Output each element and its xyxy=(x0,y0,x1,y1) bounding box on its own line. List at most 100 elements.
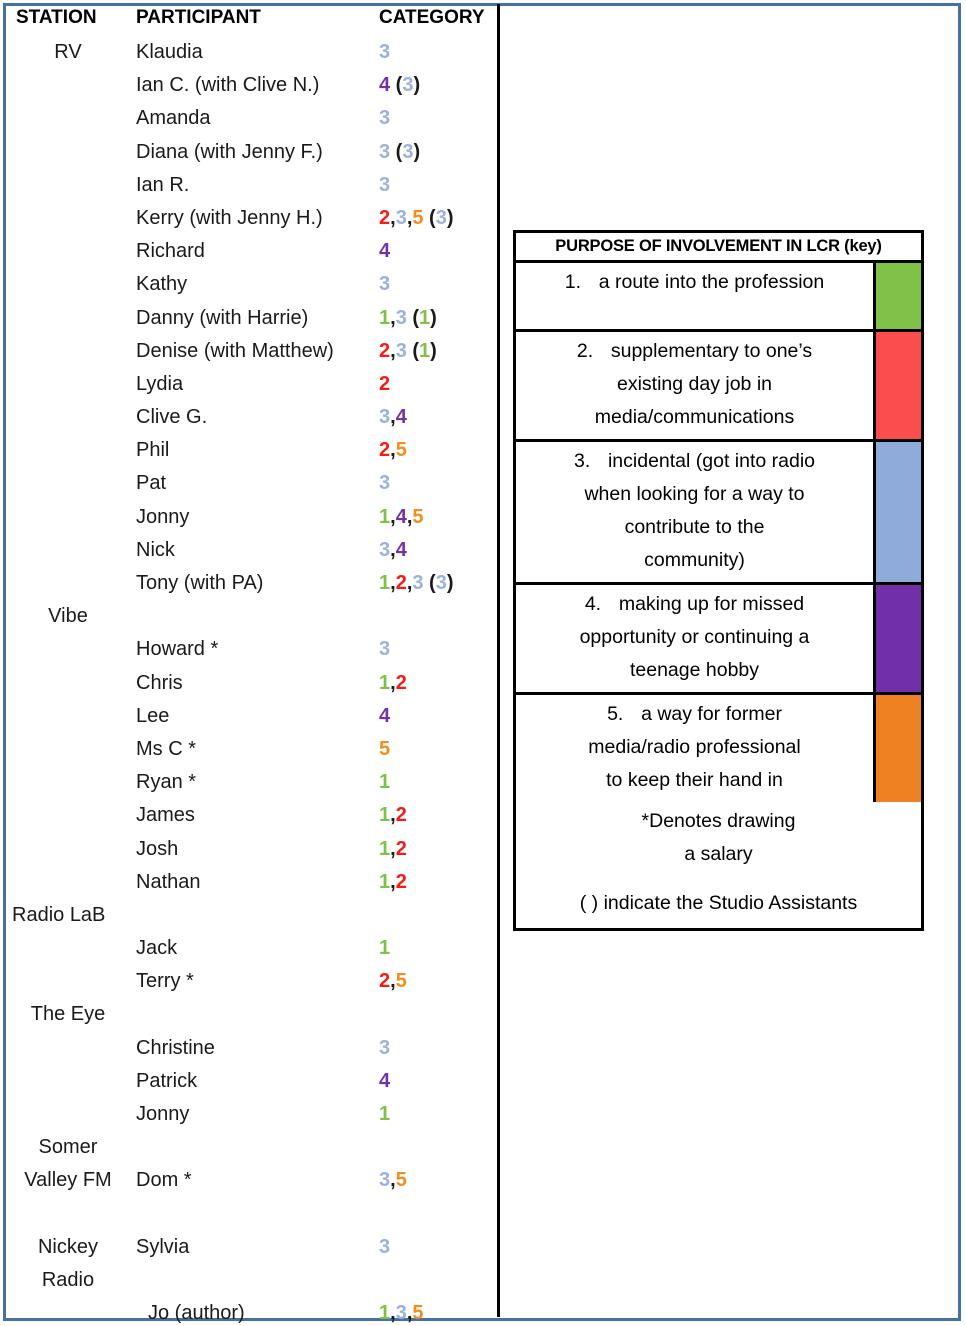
key-row-text: 3. incidental (got into radio when looking… xyxy=(516,442,873,582)
cell-category: 1,2 xyxy=(379,866,495,899)
cell-station: RV xyxy=(54,41,82,63)
cell-participant: Ian R. xyxy=(136,173,190,196)
table-row: Radio xyxy=(8,1264,495,1297)
category-token: 3 xyxy=(412,572,424,594)
cell-participant: Pat xyxy=(136,472,167,495)
category-token: 1 xyxy=(379,671,391,694)
key-text-line: contribute to the xyxy=(624,516,765,538)
category-token: 1 xyxy=(379,837,391,860)
key-item-number: 4. xyxy=(584,593,602,615)
category-token: 2 xyxy=(395,671,407,694)
cell-participant: Ryan * xyxy=(136,771,197,794)
cell-participant: Patrick xyxy=(136,1069,198,1092)
key-text-line: 2. supplementary to one’s xyxy=(522,335,867,368)
category-token: 5 xyxy=(395,1169,407,1192)
participants-table: STATION PARTICIPANT CATEGORY RV Klaudia 3 I… xyxy=(8,0,495,1326)
key-text-line: existing day job in xyxy=(616,373,772,395)
key-text-line: community) xyxy=(644,549,745,571)
category-token: 1 xyxy=(379,804,391,827)
cell-participant: Josh xyxy=(136,837,179,860)
cell-participant: Nick xyxy=(136,538,175,561)
table-row: Nickey Sylvia 3 xyxy=(8,1231,495,1264)
category-token: 3 xyxy=(379,107,391,130)
table-row: Patrick 4 xyxy=(8,1065,495,1098)
key-text-line: teenage hobby xyxy=(629,659,760,681)
category-token: 3 xyxy=(395,339,407,362)
table-row: Josh 1,2 xyxy=(8,833,495,866)
cell-participant: Nathan xyxy=(136,870,201,893)
column-header-participant: PARTICIPANT xyxy=(136,7,261,28)
cell-participant: Howard * xyxy=(136,638,219,661)
category-token: ) xyxy=(446,572,454,594)
cell-category: 1,3,5 xyxy=(379,1297,495,1326)
key-row-5: 5. a way for former media/radio profession… xyxy=(516,695,921,802)
cell-station: Radio LaB xyxy=(12,903,106,926)
key-item-number: 3. xyxy=(573,450,591,472)
table-row xyxy=(8,1198,495,1231)
table-row: Nathan 1,2 xyxy=(8,866,495,899)
table-row: Ms C * 5 xyxy=(8,733,495,766)
key-text-line: opportunity or continuing a xyxy=(579,626,810,648)
key-color-swatch-2 xyxy=(873,332,921,439)
key-row-text: 1. a route into the profession xyxy=(516,263,873,329)
cell-category: 1,2,3 (3) xyxy=(379,567,495,600)
category-token: ( xyxy=(390,74,403,97)
category-token: 5 xyxy=(412,1302,424,1325)
cell-category: 3 xyxy=(379,102,495,135)
key-text-line: media/communications xyxy=(594,406,795,428)
category-token: 3 xyxy=(379,273,391,296)
category-token: 4 xyxy=(379,74,391,97)
category-token: 1 xyxy=(379,1302,391,1325)
key-text-line: media/radio professional xyxy=(588,736,801,758)
cell-category: 3 xyxy=(379,36,495,69)
key-text-line: to keep their hand in xyxy=(606,769,783,791)
category-token: ( xyxy=(406,339,420,362)
key-text-line: 3. incidental (got into radio xyxy=(522,445,867,478)
category-token: 4 xyxy=(395,505,407,528)
category-token: ( xyxy=(406,306,420,329)
category-token: 2 xyxy=(379,339,391,362)
category-token: 5 xyxy=(395,439,407,462)
table-body: RV Klaudia 3 Ian C. (with Clive N.) 4 (3) Ama… xyxy=(8,36,495,1326)
cell-category: 2,3 (1) xyxy=(379,335,495,368)
category-token: ) xyxy=(446,206,454,229)
key-rows: 1. a route into the profession 2. supplemen… xyxy=(516,263,921,802)
table-row: Jonny 1,4,5 xyxy=(8,501,495,534)
key-text-line: 5. a way for former xyxy=(522,698,867,731)
cell-participant: Lee xyxy=(136,704,170,727)
key-row-text: 2. supplementary to one’s existing day job… xyxy=(516,332,873,439)
table-row: Clive G. 3,4 xyxy=(8,401,495,434)
table-row: Jo (author) 1,3,5 xyxy=(8,1297,495,1326)
category-token: 5 xyxy=(412,505,424,528)
cell-participant: Sylvia xyxy=(136,1235,190,1258)
table-row: Kerry (with Jenny H.) 2,3,5 (3) xyxy=(8,202,495,235)
cell-station: Valley FM xyxy=(24,1169,112,1192)
table-header-row: STATION PARTICIPANT CATEGORY xyxy=(8,4,495,34)
cell-category: 2 xyxy=(379,368,495,401)
table-row: Pat 3 xyxy=(8,467,495,500)
cell-category: 1,2 xyxy=(379,799,495,832)
cell-category: 5 xyxy=(379,733,495,766)
note-studio-assistants: ( ) indicate the Studio Assistants xyxy=(579,892,858,914)
cell-category: 2,3,5 (3) xyxy=(379,202,495,235)
cell-participant: Terry * xyxy=(136,970,194,993)
category-token: 2 xyxy=(395,870,407,893)
table-row: Kathy 3 xyxy=(8,268,495,301)
category-token: 3 xyxy=(395,206,407,229)
cell-participant: Jonny xyxy=(136,505,190,528)
category-token: 5 xyxy=(412,206,424,229)
category-token: 1 xyxy=(379,771,391,794)
category-token: ) xyxy=(430,339,437,362)
category-token: 3 xyxy=(395,306,407,329)
cell-participant: Jonny xyxy=(136,1103,190,1125)
category-token: 3 xyxy=(379,1235,391,1258)
table-row: Ian C. (with Clive N.) 4 (3) xyxy=(8,69,495,102)
key-item-text: supplementary to one’s xyxy=(610,340,813,362)
category-token: 1 xyxy=(379,505,391,528)
cell-participant: Denise (with Matthew) xyxy=(136,339,334,362)
column-header-category: CATEGORY xyxy=(379,7,485,28)
category-token: 1 xyxy=(379,937,391,960)
table-row: Somer xyxy=(8,1131,495,1164)
table-row: The Eye xyxy=(8,998,495,1031)
category-token: 2 xyxy=(379,970,391,993)
